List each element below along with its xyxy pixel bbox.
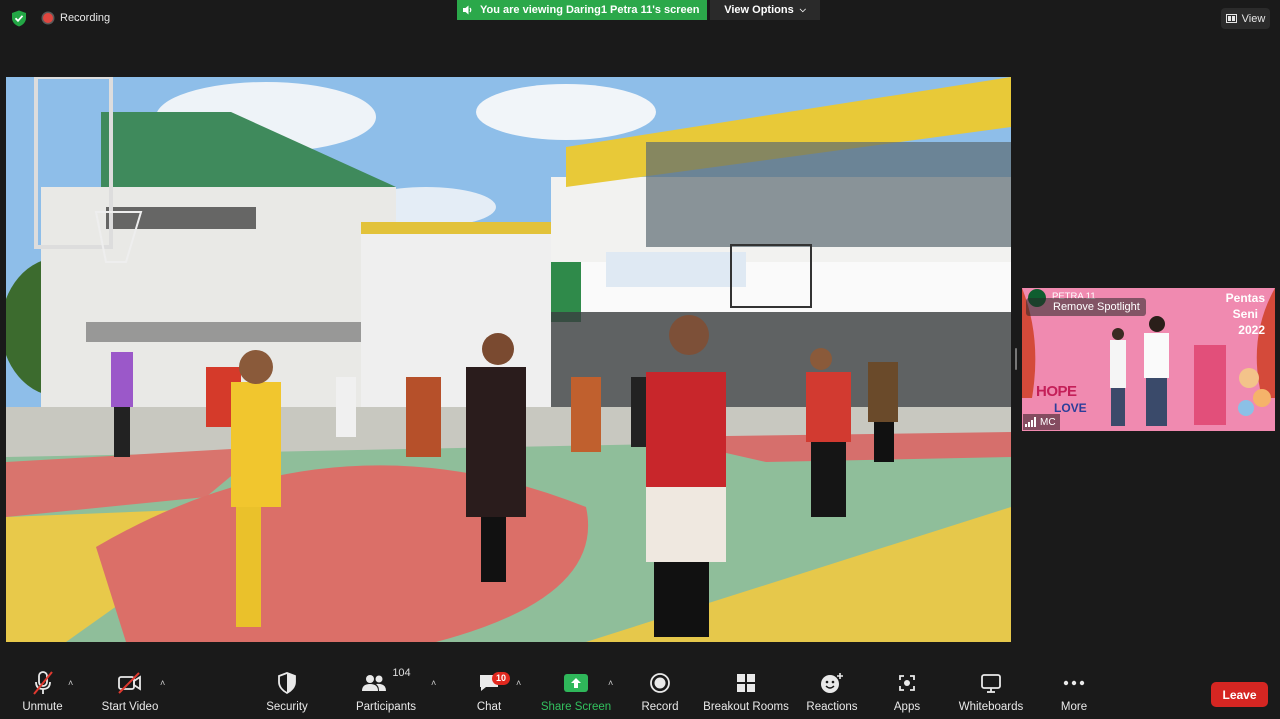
poster-title-line2: Seni <box>1232 307 1258 321</box>
chat-caret-icon[interactable]: ˄ <box>516 678 521 688</box>
participants-icon <box>362 675 387 691</box>
banner-text: You are viewing Daring1 Petra 11's scree… <box>480 4 700 16</box>
audio-options-caret-icon[interactable]: ˄ <box>68 678 73 688</box>
participants-button[interactable]: 104 Participants <box>352 662 420 719</box>
microphone-muted-icon <box>32 671 53 695</box>
reactions-label: Reactions <box>806 701 858 713</box>
start-video-button[interactable]: Start Video <box>100 662 160 719</box>
participant-name: MC <box>1040 416 1056 428</box>
recording-dot-icon <box>43 13 53 23</box>
remove-spotlight-label: Remove Spotlight <box>1053 301 1140 313</box>
whiteboards-button[interactable]: Whiteboards <box>956 662 1026 719</box>
view-options-button[interactable]: View Options ⌵ <box>710 0 820 20</box>
participants-caret-icon[interactable]: ˄ <box>431 678 436 688</box>
view-label: View <box>1241 12 1266 25</box>
share-screen-button[interactable]: Share Screen <box>540 662 612 719</box>
shield-icon <box>278 672 296 694</box>
video-scene <box>6 77 1011 642</box>
poster-year: 2022 <box>1238 323 1265 337</box>
shared-screen-video[interactable] <box>6 77 1011 642</box>
video-options-caret-icon[interactable]: ˄ <box>160 678 165 688</box>
chat-unread-badge: 10 <box>492 672 511 685</box>
start-video-label: Start Video <box>101 701 159 713</box>
viewing-screen-banner: You are viewing Daring1 Petra 11's scree… <box>457 0 707 20</box>
breakout-rooms-label: Breakout Rooms <box>703 701 789 713</box>
apps-label: Apps <box>893 701 921 713</box>
poster-word-hope: HOPE <box>1036 383 1077 400</box>
share-screen-label: Share Screen <box>540 701 612 713</box>
chat-button[interactable]: 10 Chat <box>470 662 511 719</box>
record-icon <box>650 673 670 693</box>
share-screen-arrow-icon <box>564 674 588 692</box>
unmute-label: Unmute <box>22 701 63 713</box>
security-label: Security <box>266 701 308 713</box>
participant-name-tag: MC <box>1023 414 1060 430</box>
signal-bars-icon <box>1025 417 1036 427</box>
whiteboard-icon <box>981 674 1001 693</box>
view-button[interactable]: View <box>1221 8 1270 29</box>
participants-label: Participants <box>355 701 417 713</box>
more-dots-icon <box>1063 680 1085 686</box>
breakout-rooms-grid-icon <box>737 674 755 692</box>
reactions-button[interactable]: Reactions <box>805 662 859 719</box>
record-button[interactable]: Record <box>638 662 682 719</box>
poster-word-love: LOVE <box>1054 401 1087 415</box>
more-button[interactable]: More <box>1056 662 1092 719</box>
participants-count: 104 <box>392 667 411 679</box>
grid-view-icon <box>1225 14 1237 23</box>
view-options-label: View Options <box>724 4 794 16</box>
apps-icon <box>899 675 915 691</box>
recording-label: Recording <box>60 12 111 24</box>
breakout-rooms-button[interactable]: Breakout Rooms <box>703 662 789 719</box>
record-label: Record <box>641 701 679 713</box>
recording-indicator[interactable]: Recording <box>43 12 110 24</box>
poster-title: Pentas Seni 2022 <box>1226 290 1265 338</box>
chevron-down-icon: ⌵ <box>799 5 806 14</box>
chat-label: Chat <box>476 701 502 713</box>
security-button[interactable]: Security <box>262 662 312 719</box>
share-screen-caret-icon[interactable]: ˄ <box>608 678 613 688</box>
remove-spotlight-button[interactable]: Remove Spotlight <box>1026 298 1146 316</box>
video-camera-off-icon <box>118 672 141 694</box>
whiteboards-label: Whiteboards <box>958 701 1024 713</box>
apps-button[interactable]: Apps <box>889 662 925 719</box>
panel-resize-handle[interactable] <box>1015 348 1017 370</box>
security-shield-icon[interactable] <box>11 10 27 27</box>
speaker-icon <box>463 5 472 15</box>
poster-title-line1: Pentas <box>1225 291 1265 305</box>
unmute-button[interactable]: Unmute <box>20 662 65 719</box>
leave-button[interactable]: Leave <box>1211 682 1268 707</box>
smiley-plus-icon <box>821 673 843 693</box>
meeting-toolbar: Unmute ˄ Start Video ˄ Security 104 Part… <box>0 662 1280 719</box>
more-label: More <box>1060 701 1088 713</box>
